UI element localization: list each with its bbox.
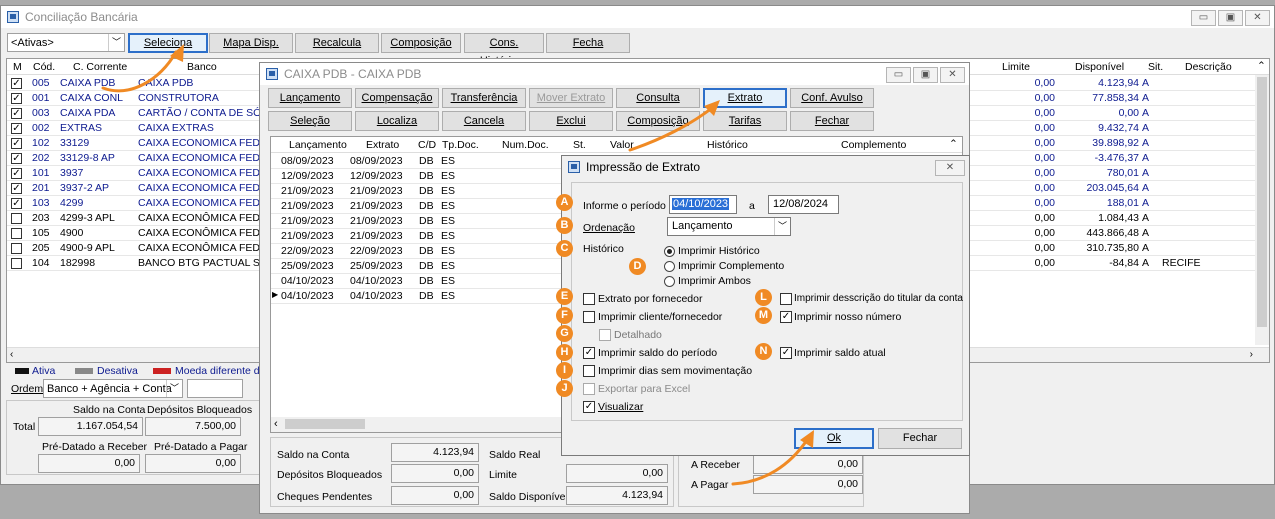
arrow-to-extrato [628, 106, 714, 152]
annotation-arrows [101, 44, 814, 486]
arrow-to-seleciona [101, 50, 178, 93]
arrow-to-ok [731, 438, 809, 486]
